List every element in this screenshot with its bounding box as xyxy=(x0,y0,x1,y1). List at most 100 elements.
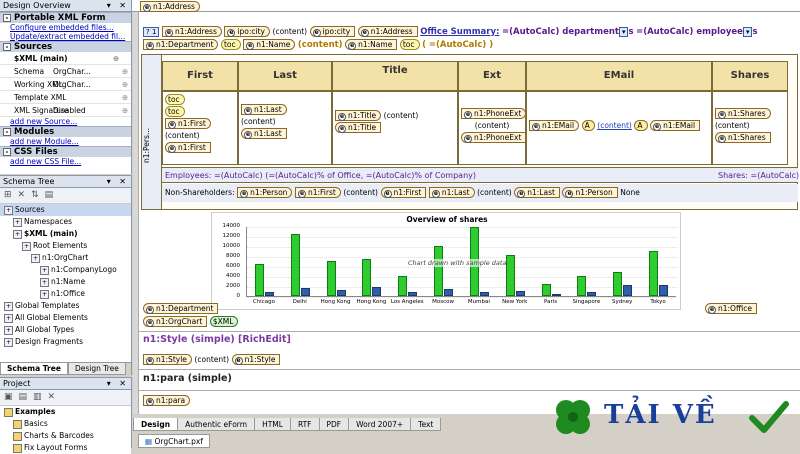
tab-rtf[interactable]: RTF xyxy=(289,418,320,431)
last-tag-open[interactable]: e n1:Last xyxy=(428,187,475,198)
add-icon[interactable]: ⊕ xyxy=(119,78,131,90)
header-shares[interactable]: Shares xyxy=(712,61,788,91)
last-tag-close[interactable]: e n1:Last xyxy=(514,187,560,198)
cell-last[interactable]: e n1:Last (content) e n1:Last xyxy=(238,91,332,165)
panel-controls[interactable]: ▾ ✕ xyxy=(107,176,129,188)
first-tag-open[interactable]: e n1:First xyxy=(294,187,341,198)
schema-node[interactable]: + n1:OrgChart xyxy=(0,252,131,264)
new-icon[interactable]: ▣ xyxy=(4,392,19,402)
panel-controls[interactable]: ▾ ✕ xyxy=(107,0,129,12)
xml-source-tag[interactable]: $XML xyxy=(209,316,239,327)
schema-node[interactable]: + Namespaces xyxy=(0,216,131,228)
toc-marker[interactable]: toc xyxy=(165,94,185,105)
content-placeholder[interactable]: (content) xyxy=(194,355,229,364)
header-first[interactable]: First xyxy=(162,61,238,91)
tab-html[interactable]: HTML xyxy=(254,418,291,431)
content-placeholder[interactable]: (content) xyxy=(343,188,378,197)
person-table[interactable]: n1:Pers... First Last Title Ext EMail Sh… xyxy=(141,54,800,210)
add-icon[interactable]: ⊕ xyxy=(110,52,122,64)
add-icon[interactable]: ⊕ xyxy=(119,91,131,103)
add-css-link[interactable]: add new CSS File... xyxy=(0,157,131,166)
tab-word[interactable]: Word 2007+ xyxy=(348,418,412,431)
cell-first[interactable]: toc toc e n1:First (content) e n1:First xyxy=(162,91,238,165)
schema-node[interactable]: + Design Fragments xyxy=(0,336,131,348)
office-tag-close[interactable]: e n1:Office xyxy=(705,303,757,314)
add-icon[interactable]: ⊕ xyxy=(119,65,131,77)
last-tag-open[interactable]: e n1:Last xyxy=(241,104,287,115)
section-sources[interactable]: - Sources xyxy=(0,41,131,52)
person-tag-open[interactable]: e n1:Person xyxy=(237,187,293,198)
file-tab[interactable]: ▦ OrgChart.pxf xyxy=(138,434,210,448)
header-title[interactable]: Title xyxy=(332,61,458,91)
email-tag-close[interactable]: e n1:EMail xyxy=(650,120,701,131)
source-row[interactable]: $XML (main) ⊕ xyxy=(0,52,131,65)
configure-embedded-link[interactable]: Configure embedded files... xyxy=(0,23,131,32)
name-tag-close[interactable]: e n1:Name xyxy=(345,39,398,50)
autocalc-employee[interactable]: =(AutoCalc) employee xyxy=(636,27,743,37)
content-placeholder[interactable]: (content) xyxy=(298,40,343,50)
add-source-link[interactable]: add new Source... xyxy=(0,117,131,126)
open-icon[interactable]: ▤ xyxy=(19,392,34,402)
sort-icon[interactable]: ⇅ xyxy=(31,190,45,200)
person-tag-close[interactable]: e n1:Person xyxy=(562,187,618,198)
toc-marker[interactable]: toc xyxy=(220,39,241,50)
title-tag-open[interactable]: e n1:Title xyxy=(335,110,382,121)
project-node[interactable]: Fix Layout Forms xyxy=(0,442,131,454)
cell-ext[interactable]: e n1:PhoneExt (content) e n1:PhoneExt xyxy=(458,91,527,165)
tab-design-tree[interactable]: Design Tree xyxy=(67,363,126,375)
toc-marker[interactable]: toc xyxy=(399,39,420,50)
first-tag-open[interactable]: e n1:First xyxy=(165,118,211,129)
style-tag-close[interactable]: e n1:Style xyxy=(231,354,281,365)
toc-marker[interactable]: toc xyxy=(165,106,185,117)
tab-design[interactable]: Design xyxy=(133,418,179,431)
style-tag-open[interactable]: e n1:Style xyxy=(143,354,192,365)
predicate-box[interactable]: ? 1 xyxy=(143,26,160,37)
prop-row[interactable]: Template XML ⊕ xyxy=(0,91,131,104)
cell-title[interactable]: e n1:Title (content) e n1:Title xyxy=(332,91,458,165)
address-tag-open[interactable]: e n1:Address xyxy=(161,26,222,37)
department-tag-close[interactable]: e n1:Department xyxy=(143,303,219,314)
link-anchor-close[interactable]: A xyxy=(634,120,648,131)
save-icon[interactable]: ▥ xyxy=(33,392,48,402)
remove-icon[interactable]: ✕ xyxy=(18,190,32,200)
schema-node[interactable]: + Global Templates xyxy=(0,300,131,312)
project-node[interactable]: Examples xyxy=(0,406,131,418)
header-ext[interactable]: Ext xyxy=(458,61,526,91)
filter-icon[interactable]: ▤ xyxy=(45,190,60,200)
schema-node[interactable]: + Root Elements xyxy=(0,240,131,252)
content-placeholder[interactable]: (content) xyxy=(384,111,419,120)
para-tag-open[interactable]: e n1:para xyxy=(143,395,191,406)
first-tag-close[interactable]: e n1:First xyxy=(165,142,211,153)
person-tag[interactable]: n1:Pers... xyxy=(142,115,162,175)
content-placeholder[interactable]: (content) xyxy=(273,27,308,36)
content-placeholder[interactable]: (content) xyxy=(715,121,750,130)
project-node[interactable]: Charts & Barcodes xyxy=(0,430,131,442)
content-placeholder[interactable]: (content) xyxy=(477,188,512,197)
add-icon[interactable]: ⊞ xyxy=(4,190,18,200)
content-placeholder[interactable]: (content) xyxy=(597,121,632,130)
top-address-tag[interactable]: e n1:Address xyxy=(140,1,200,12)
content-placeholder[interactable]: (content) xyxy=(165,131,200,140)
autocalc-department[interactable]: =(AutoCalc) department xyxy=(502,27,619,37)
schema-node[interactable]: + n1:Office xyxy=(0,288,131,300)
first-tag-close[interactable]: e n1:First xyxy=(380,187,427,198)
title-tag-close[interactable]: e n1:Title xyxy=(335,122,382,133)
cell-email[interactable]: e n1:EMail A (content) A e n1:EMail xyxy=(526,91,712,165)
project-node[interactable]: Basics xyxy=(0,418,131,430)
link-anchor-open[interactable]: A xyxy=(581,120,595,131)
autocalc-count[interactable]: ( =(AutoCalc) ) xyxy=(422,40,493,50)
address-tag-close[interactable]: e n1:Address xyxy=(357,26,418,37)
panel-controls[interactable]: ▾ ✕ xyxy=(107,378,129,390)
collapse-icon[interactable]: - xyxy=(3,148,11,156)
prop-row[interactable]: XML Signature Disabled ⊕ xyxy=(0,104,131,117)
city-tag-open[interactable]: e ipo:city xyxy=(224,26,270,37)
header-last[interactable]: Last xyxy=(238,61,332,91)
tab-pdf[interactable]: PDF xyxy=(318,418,350,431)
schema-node[interactable]: + All Global Elements xyxy=(0,312,131,324)
schema-node[interactable]: + n1:Name xyxy=(0,276,131,288)
tab-text[interactable]: Text xyxy=(410,418,442,431)
schema-node[interactable]: + $XML (main) xyxy=(0,228,131,240)
collapse-icon[interactable]: - xyxy=(3,43,11,51)
header-email[interactable]: EMail xyxy=(526,61,712,91)
tab-schema-tree[interactable]: Schema Tree xyxy=(0,363,68,375)
